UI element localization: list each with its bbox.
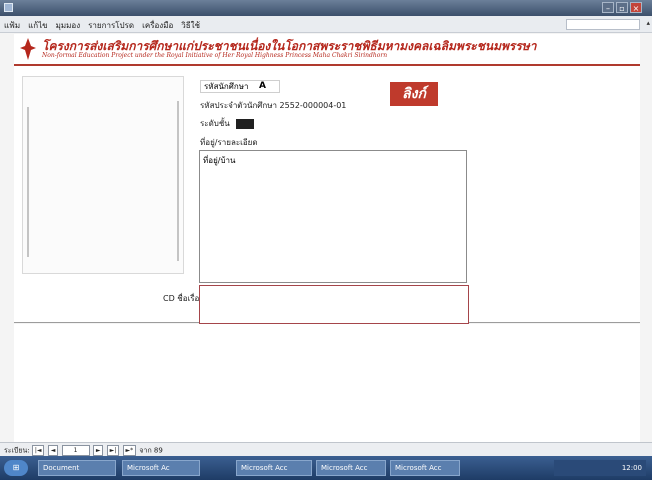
student-id-row: รหัสประจำตัวนักศึกษา 2552-000004-01 bbox=[200, 99, 346, 112]
student-code-label: รหัสนักศึกษา bbox=[204, 82, 249, 91]
link-badge[interactable]: ลิงก์ bbox=[390, 82, 438, 106]
window-titlebar: – ▫ × bbox=[0, 0, 652, 16]
cd-title-field[interactable] bbox=[199, 285, 469, 324]
minimize-button[interactable]: – bbox=[602, 2, 614, 13]
emblem-logo-icon bbox=[20, 38, 36, 60]
taskbar-item[interactable]: Document bbox=[38, 460, 116, 476]
address-label: ที่อยู่/รายละเอียด bbox=[200, 138, 258, 147]
class-label: ระดับชั้น bbox=[200, 119, 230, 128]
menu-favorites[interactable]: รายการโปรด bbox=[88, 19, 134, 32]
student-code-field[interactable]: รหัสนักศึกษา A bbox=[200, 80, 280, 93]
photo-frame-right-border bbox=[177, 101, 179, 261]
record-count: จาก 89 bbox=[139, 446, 163, 455]
maximize-button[interactable]: ▫ bbox=[616, 2, 628, 13]
taskbar-item[interactable]: Microsoft Acc bbox=[390, 460, 460, 476]
next-record-button[interactable]: ► bbox=[92, 445, 104, 456]
lower-blank-area bbox=[14, 324, 640, 442]
start-button[interactable]: ⊞ bbox=[4, 460, 28, 476]
menu-edit[interactable]: แก้ไข bbox=[28, 19, 48, 32]
record-navigator: ระเบียน: |◄ ◄ 1 ► ►| ►* จาก 89 bbox=[0, 442, 652, 457]
app-icon bbox=[4, 3, 13, 12]
student-id-value: 2552-000004-01 bbox=[279, 101, 347, 110]
student-code-mark: A bbox=[259, 81, 266, 91]
record-number-input[interactable]: 1 bbox=[61, 445, 90, 456]
student-id-label: รหัสประจำตัวนักศึกษา bbox=[200, 101, 277, 110]
banner-subtitle: Non-formal Education Project under the R… bbox=[42, 52, 388, 59]
taskbar-item[interactable]: Microsoft Acc bbox=[236, 460, 312, 476]
menu-tools[interactable]: เครื่องมือ bbox=[142, 19, 173, 32]
record-label: ระเบียน: bbox=[4, 446, 30, 455]
menu-view[interactable]: มุมมอง bbox=[56, 19, 81, 32]
taskbar-item[interactable]: Microsoft Acc bbox=[316, 460, 386, 476]
taskbar-item[interactable]: Microsoft Ac bbox=[122, 460, 200, 476]
photo-frame-left-border bbox=[27, 107, 29, 257]
window-title bbox=[16, 2, 146, 11]
menu-search-box[interactable] bbox=[566, 19, 640, 30]
last-record-button[interactable]: ►| bbox=[106, 445, 120, 456]
first-record-button[interactable]: |◄ bbox=[31, 445, 45, 456]
prev-record-button[interactable]: ◄ bbox=[47, 445, 59, 456]
close-button[interactable]: × bbox=[630, 2, 642, 13]
new-record-button[interactable]: ►* bbox=[122, 445, 137, 456]
chevron-up-icon[interactable]: ▴ bbox=[646, 19, 650, 27]
menu-bar: แฟ้ม แก้ไข มุมมอง รายการโปรด เครื่องมือ … bbox=[0, 16, 652, 33]
address-textarea[interactable]: ที่อยู่/บ้าน bbox=[199, 150, 467, 283]
form-header-banner: โครงการส่งเสริมการศึกษาแก่ประชาชนเนื่องใ… bbox=[14, 34, 640, 66]
form-right-margin bbox=[480, 66, 640, 322]
menu-help[interactable]: วิธีใช้ bbox=[181, 19, 200, 32]
class-row: ระดับชั้น bbox=[200, 117, 255, 130]
system-tray-clock[interactable]: 12:00 bbox=[554, 460, 646, 476]
address-value: ที่อยู่/บ้าน bbox=[203, 156, 236, 165]
os-taskbar: ⊞ Document Microsoft Ac Microsoft Acc Mi… bbox=[0, 456, 652, 480]
class-value-box[interactable] bbox=[236, 118, 255, 129]
menu-file[interactable]: แฟ้ม bbox=[4, 19, 20, 32]
cd-title-label: CD ชื่อเรื่อง bbox=[163, 294, 204, 303]
window-controls: – ▫ × bbox=[602, 2, 642, 13]
photo-frame bbox=[22, 76, 184, 274]
